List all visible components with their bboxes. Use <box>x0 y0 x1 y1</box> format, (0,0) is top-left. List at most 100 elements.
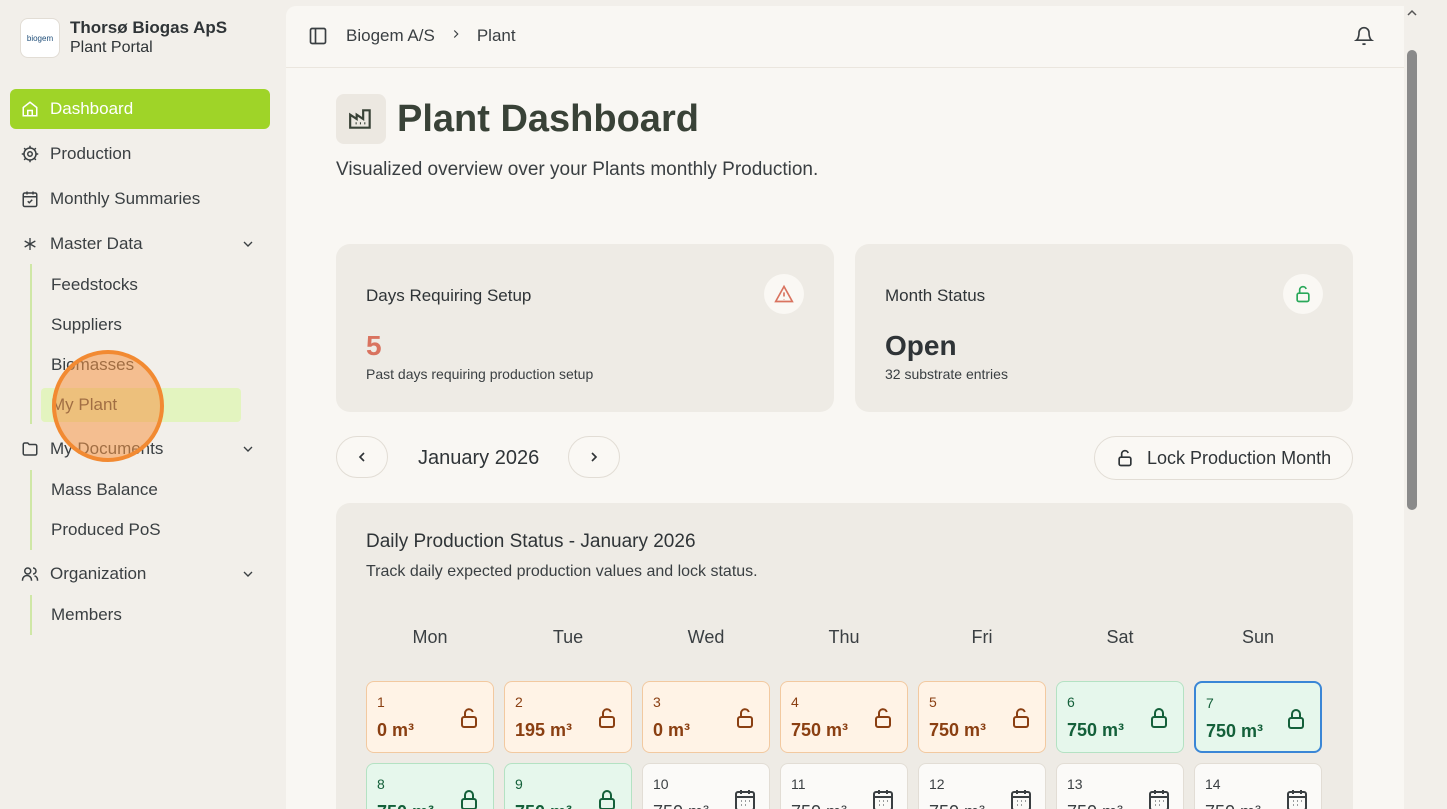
scroll-up-icon[interactable] <box>1407 8 1417 18</box>
sidebar-item-master-data[interactable]: Master Data <box>10 224 270 264</box>
day-number: 4 <box>791 694 799 710</box>
day-production-value: 750 m³ <box>929 802 985 809</box>
org-name: Thorsø Biogas ApS <box>70 18 228 37</box>
unlock-icon <box>871 706 895 735</box>
sidebar-item-label: Production <box>50 144 132 163</box>
sidebar-item-label: Dashboard <box>50 99 134 118</box>
day-production-value: 0 m³ <box>377 720 415 740</box>
weekday-label: Thu <box>828 627 860 647</box>
sidebar-item-feedstocks[interactable]: Feedstocks <box>41 268 241 302</box>
calendar-day[interactable]: 10 750 m³ <box>642 763 770 809</box>
day-number: 1 <box>377 694 385 710</box>
sidebar-item-suppliers[interactable]: Suppliers <box>41 308 241 342</box>
calendar-day[interactable]: 14 750 m³ <box>1194 763 1322 809</box>
calendar-day[interactable]: 12 750 m³ <box>918 763 1046 809</box>
lock-icon <box>595 788 619 809</box>
chevron-down-icon[interactable] <box>240 566 256 582</box>
day-number: 6 <box>1067 694 1075 710</box>
sidebar-item-label: Organization <box>50 564 147 583</box>
page-subtitle: Visualized overview over your Plants mon… <box>336 159 819 180</box>
day-production-value: 750 m³ <box>515 802 572 809</box>
calendar-day[interactable]: 8 750 m³ <box>366 763 494 809</box>
sidebar-item-dashboard[interactable]: Dashboard <box>10 89 270 129</box>
card-value: Open <box>885 330 957 361</box>
day-production-value: 750 m³ <box>791 802 847 809</box>
weekday-label: Tue <box>552 627 584 647</box>
unlock-icon <box>457 706 481 735</box>
day-production-value: 750 m³ <box>929 720 987 740</box>
scrollbar[interactable] <box>1404 0 1447 809</box>
breadcrumb-current: Plant <box>476 26 516 45</box>
sidebar-item-members[interactable]: Members <box>41 598 241 632</box>
breadcrumb-root[interactable]: Biogem A/S <box>346 26 435 46</box>
calendar-day[interactable]: 13 750 m³ <box>1056 763 1184 809</box>
day-production-value: 750 m³ <box>791 720 849 740</box>
calendar-day[interactable]: 7 750 m³ <box>1194 681 1322 753</box>
calendar-day[interactable]: 5 750 m³ <box>918 681 1046 753</box>
current-month-label: January 2026 <box>418 447 540 469</box>
chevron-down-icon[interactable] <box>240 236 256 252</box>
unlock-icon <box>733 706 757 735</box>
calendar-day[interactable]: 9 750 m³ <box>504 763 632 809</box>
unlock-icon <box>595 706 619 735</box>
day-production-value: 750 m³ <box>1067 802 1123 809</box>
bell-icon[interactable] <box>1354 26 1374 46</box>
brand[interactable]: biogem Thorsø Biogas ApS Plant Portal <box>20 18 227 58</box>
next-month-button[interactable] <box>568 436 620 478</box>
day-number: 2 <box>515 694 523 710</box>
logo-text: biogem <box>26 33 54 43</box>
daily-production-calendar: Daily Production Status - January 2026 T… <box>336 503 1353 809</box>
sidebar-item-produced-pos[interactable]: Produced PoS <box>41 513 241 547</box>
day-production-value: 750 m³ <box>1067 720 1125 740</box>
day-production-value: 0 m³ <box>653 720 691 740</box>
day-production-value: 750 m³ <box>377 802 434 809</box>
day-number: 13 <box>1067 776 1083 792</box>
lock-icon <box>457 788 481 809</box>
card-label: Month Status <box>885 286 986 305</box>
sidebar-item-label: Master Data <box>50 234 143 253</box>
submenu-line <box>30 470 32 550</box>
calendar-day[interactable]: 2 195 m³ <box>504 681 632 753</box>
calendar-icon <box>1285 788 1309 809</box>
unlock-icon <box>1009 706 1033 735</box>
calendar-check-icon <box>20 189 40 209</box>
calendar-day[interactable]: 3 0 m³ <box>642 681 770 753</box>
sidebar-item-monthly-summaries[interactable]: Monthly Summaries <box>10 179 270 219</box>
card-value: 5 <box>366 330 382 361</box>
folder-icon <box>20 439 40 459</box>
scrollbar-thumb[interactable] <box>1407 50 1417 510</box>
weekday-label: Sun <box>1241 627 1275 647</box>
prev-month-button[interactable] <box>336 436 388 478</box>
calendar-icon <box>1147 788 1171 809</box>
lock-production-month-button[interactable]: Lock Production Month <box>1094 436 1353 480</box>
day-production-value: 195 m³ <box>515 720 573 740</box>
lock-button-label: Lock Production Month <box>1147 447 1332 468</box>
sidebar-item-label: Monthly Summaries <box>50 189 201 208</box>
page-title: Plant Dashboard <box>397 98 699 140</box>
calendar-day[interactable]: 4 750 m³ <box>780 681 908 753</box>
calendar-day[interactable]: 6 750 m³ <box>1056 681 1184 753</box>
day-number: 10 <box>653 776 669 792</box>
day-number: 12 <box>929 776 945 792</box>
day-production-value: 750 m³ <box>1206 721 1264 741</box>
topbar: Biogem A/S Plant <box>286 6 1404 68</box>
weekday-label: Fri <box>971 627 993 647</box>
sidebar-toggle-icon[interactable] <box>308 26 328 46</box>
calendar-day[interactable]: 11 750 m³ <box>780 763 908 809</box>
day-production-value: 750 m³ <box>653 802 709 809</box>
sidebar-item-mass-balance[interactable]: Mass Balance <box>41 473 241 507</box>
chevron-down-icon[interactable] <box>240 441 256 457</box>
chevron-left-icon <box>358 452 365 462</box>
calendar-icon <box>871 788 895 809</box>
weekday-label: Wed <box>687 627 725 647</box>
breadcrumb: Biogem A/S Plant <box>346 26 516 46</box>
warning-icon <box>764 274 804 314</box>
day-number: 7 <box>1206 695 1214 711</box>
factory-icon <box>336 94 386 144</box>
sidebar-item-organization[interactable]: Organization <box>10 554 270 594</box>
day-number: 8 <box>377 776 385 792</box>
day-number: 14 <box>1205 776 1221 792</box>
calendar-day[interactable]: 1 0 m³ <box>366 681 494 753</box>
lock-icon <box>1147 706 1171 735</box>
sidebar-item-production[interactable]: Production <box>10 134 270 174</box>
